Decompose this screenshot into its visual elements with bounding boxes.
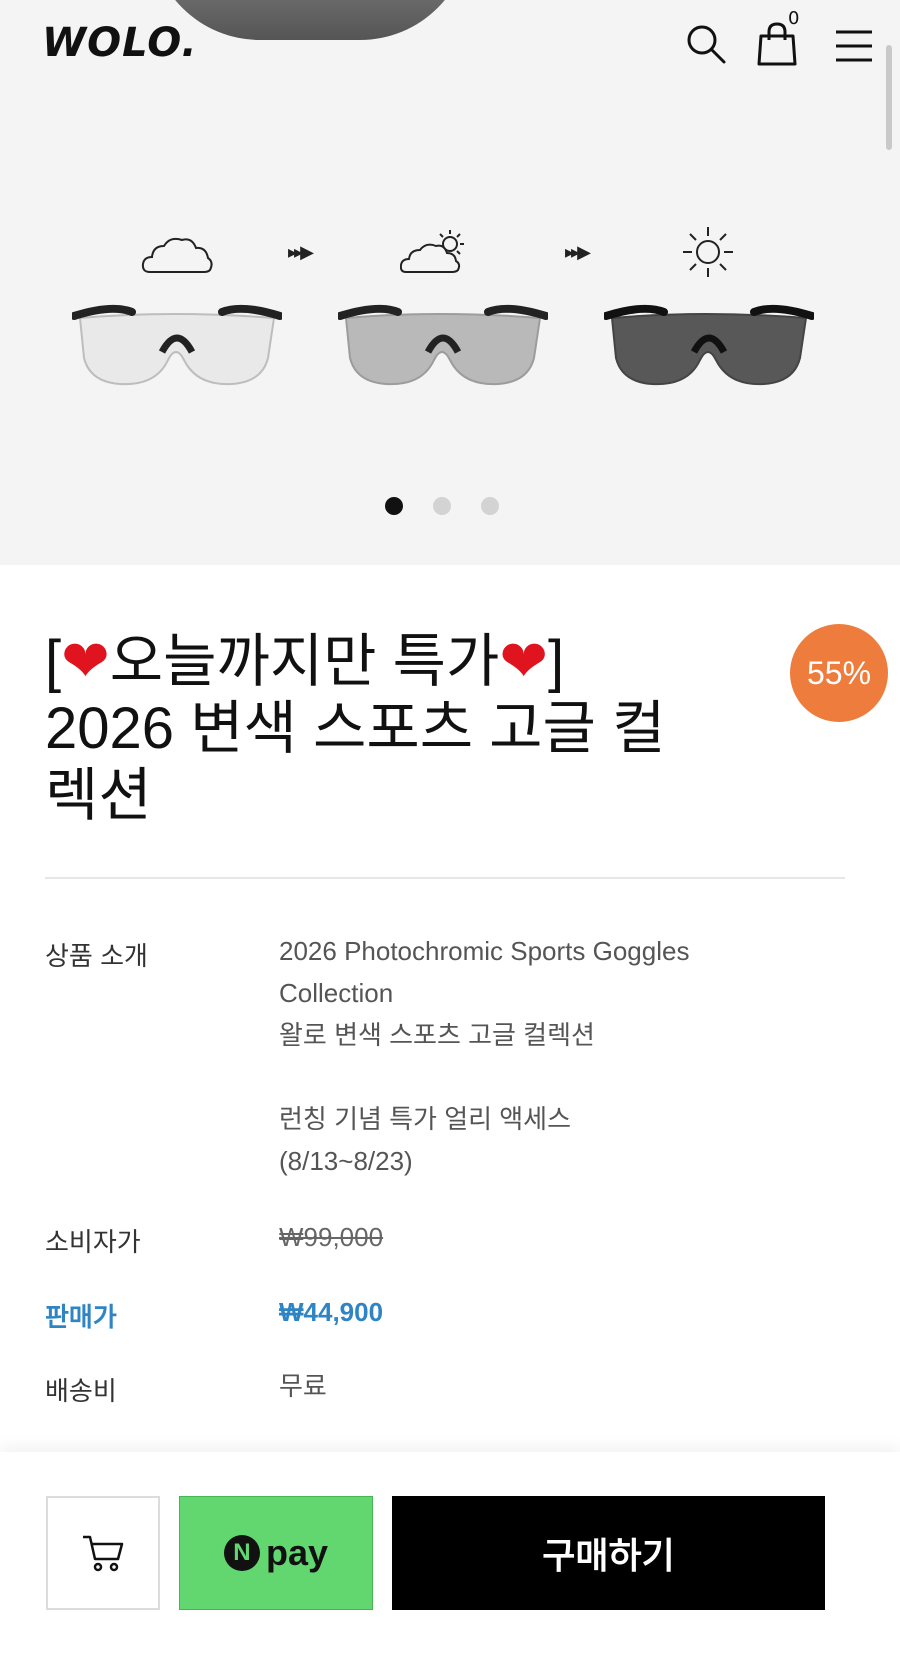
title-line-2: 2026 변색 스포츠 고글 컬 (45, 696, 666, 761)
divider (45, 877, 845, 879)
retail-price-value: ₩99,000 (279, 1222, 384, 1252)
title-promo: 오늘까지만 특가 (109, 629, 500, 694)
add-to-cart-button[interactable] (46, 1496, 160, 1610)
naver-pay-n-icon: N (223, 1535, 260, 1571)
hamburger-menu-icon[interactable] (834, 28, 874, 64)
scrollbar[interactable] (886, 45, 892, 150)
shipping-label: 배송비 (45, 1376, 117, 1406)
carousel-dot-2[interactable] (433, 497, 451, 515)
title-bracket: [ (45, 629, 62, 694)
heart-icon: ❤ (499, 629, 548, 694)
goggle-medium-lens-image (338, 304, 548, 386)
brand-logo[interactable]: WOLO. (42, 20, 198, 66)
title-line-3: 렉션 (45, 763, 152, 828)
naver-pay-button[interactable]: N pay (179, 1496, 373, 1610)
intro-line: Collection (279, 978, 394, 1008)
shipping-value: 무료 (279, 1371, 327, 1401)
intro-line: 2026 Photochromic Sports Goggles (279, 936, 690, 966)
sale-price-value: ₩44,900 (279, 1297, 384, 1327)
product-title: [❤오늘까지만 특가❤] 2026 변색 스포츠 고글 컬 렉션 (45, 628, 745, 829)
intro-line: 런칭 기념 특가 얼리 액세스 (279, 1104, 572, 1134)
cloud-icon (141, 237, 213, 273)
intro-line: (8/13~8/23) (279, 1146, 413, 1176)
carousel-indicator (385, 497, 499, 515)
intro-value: 2026 Photochromic Sports Goggles Collect… (279, 930, 689, 1182)
goggle-partial-image (150, 0, 470, 40)
arrow-icon: ▸▸▶ (288, 242, 314, 263)
goggle-clear-lens-image (72, 304, 282, 386)
cloud-sun-icon (400, 230, 464, 273)
heart-icon: ❤ (61, 629, 110, 694)
naver-pay-label: pay (265, 1532, 329, 1573)
discount-badge: 55% (790, 624, 888, 722)
sun-icon (683, 227, 733, 277)
product-image-carousel[interactable]: ▸▸▶ ▸▸▶ (0, 0, 900, 565)
retail-price-label: 소비자가 (45, 1227, 141, 1257)
search-icon[interactable] (684, 22, 728, 66)
intro-label: 상품 소개 (45, 941, 148, 971)
cart-icon (83, 1535, 124, 1572)
cart-count-badge: 0 (788, 8, 800, 29)
carousel-dot-3[interactable] (481, 497, 499, 515)
buy-now-button[interactable]: 구매하기 (392, 1496, 825, 1610)
goggle-dark-lens-image (604, 304, 814, 386)
intro-line: 왈로 변색 스포츠 고글 컬렉션 (279, 1020, 595, 1050)
sale-price-label: 판매가 (45, 1302, 117, 1332)
title-bracket: ] (547, 629, 565, 694)
carousel-dot-1[interactable] (385, 497, 403, 515)
arrow-icon: ▸▸▶ (565, 242, 591, 263)
